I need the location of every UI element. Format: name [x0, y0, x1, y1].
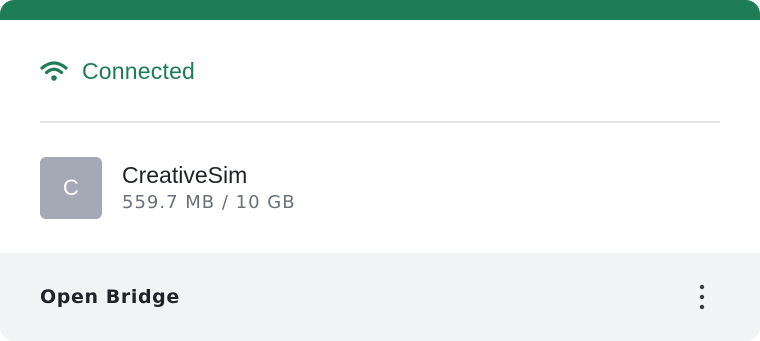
sim-item: C CreativeSim 559.7 MB / 10 GB [40, 157, 296, 219]
sim-info: CreativeSim 559.7 MB / 10 GB [122, 162, 296, 214]
wifi-icon [40, 60, 68, 82]
more-options-button[interactable] [690, 280, 714, 314]
connection-status: Connected [40, 57, 195, 85]
sim-name: CreativeSim [122, 162, 248, 188]
connection-card: Connected C CreativeSim 559.7 MB / 10 GB… [0, 0, 760, 341]
data-usage: 559.7 MB / 10 GB [122, 192, 296, 213]
divider [40, 121, 720, 123]
avatar-letter: C [63, 175, 79, 200]
avatar: C [40, 157, 102, 219]
open-bridge-button[interactable]: Open Bridge [40, 286, 180, 308]
top-accent-bar [0, 0, 760, 20]
status-label: Connected [82, 58, 196, 84]
card-footer: Open Bridge [0, 253, 760, 341]
more-vertical-icon [699, 284, 705, 310]
